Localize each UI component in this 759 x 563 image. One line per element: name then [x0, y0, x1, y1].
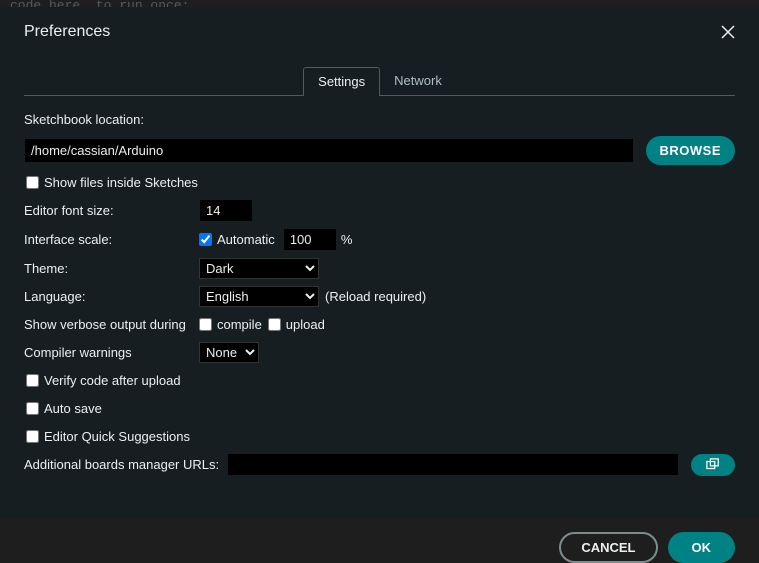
percent-sign: % — [341, 232, 353, 247]
tab-settings[interactable]: Settings — [303, 67, 380, 96]
browse-button[interactable]: BROWSE — [646, 136, 736, 165]
reload-required-note: (Reload required) — [325, 289, 426, 304]
quick-suggestions-label: Editor Quick Suggestions — [44, 429, 190, 444]
interface-scale-input[interactable] — [283, 228, 337, 251]
compile-checkbox[interactable] — [199, 318, 212, 331]
auto-save-checkbox[interactable] — [26, 402, 39, 415]
settings-form: Sketchbook location: BROWSE Show files i… — [24, 96, 735, 494]
verify-after-upload-checkbox[interactable] — [26, 374, 39, 387]
automatic-label: Automatic — [217, 232, 275, 247]
show-files-checkbox[interactable] — [26, 176, 39, 189]
auto-save-label: Auto save — [44, 401, 102, 416]
font-size-label: Editor font size: — [24, 203, 199, 218]
theme-select[interactable]: Dark — [199, 258, 319, 279]
verify-after-upload-label: Verify code after upload — [44, 373, 181, 388]
theme-label: Theme: — [24, 261, 199, 276]
language-select[interactable]: English — [199, 286, 319, 307]
boards-url-label: Additional boards manager URLs: — [24, 457, 219, 472]
boards-url-expand-button[interactable] — [691, 454, 735, 476]
automatic-checkbox[interactable] — [199, 233, 212, 246]
interface-scale-label: Interface scale: — [24, 232, 199, 247]
tab-bar: Settings Network — [24, 67, 735, 96]
window-icon — [706, 458, 720, 472]
tab-network[interactable]: Network — [380, 67, 456, 95]
compiler-warnings-label: Compiler warnings — [24, 345, 199, 360]
dialog-title: Preferences — [24, 23, 110, 41]
preferences-dialog: Preferences Settings Network Sketchbook … — [0, 7, 759, 518]
boards-url-input[interactable] — [227, 453, 679, 476]
quick-suggestions-checkbox[interactable] — [26, 430, 39, 443]
sketchbook-path-input[interactable] — [24, 138, 634, 163]
font-size-input[interactable] — [199, 199, 253, 222]
show-files-label: Show files inside Sketches — [44, 175, 198, 190]
language-label: Language: — [24, 289, 199, 304]
close-icon[interactable] — [721, 25, 735, 39]
cancel-button[interactable]: CANCEL — [559, 532, 657, 563]
upload-checkbox[interactable] — [268, 318, 281, 331]
compile-label: compile — [217, 317, 262, 332]
compiler-warnings-select[interactable]: None — [199, 342, 259, 363]
upload-label: upload — [286, 317, 325, 332]
ok-button[interactable]: OK — [668, 532, 736, 563]
sketchbook-label: Sketchbook location: — [24, 112, 199, 127]
verbose-label: Show verbose output during — [24, 317, 199, 332]
